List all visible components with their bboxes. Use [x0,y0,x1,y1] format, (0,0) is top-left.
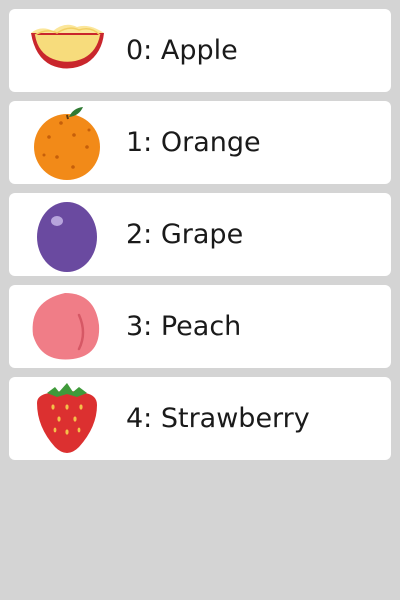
list-item-label: 0: Apple [126,35,238,66]
list-item-grape[interactable]: 2: Grape [9,193,391,276]
peach-icon [29,289,105,365]
list-item-peach[interactable]: 3: Peach [9,285,391,368]
grape-icon [29,197,105,273]
fruit-list: 0: Apple 1: Orange 2: Grape 3: Peach 4: … [9,9,391,469]
list-item-label: 1: Orange [126,127,261,158]
list-item-strawberry[interactable]: 4: Strawberry [9,377,391,460]
list-item-apple[interactable]: 0: Apple [9,9,391,92]
strawberry-icon [29,381,105,457]
apple-slice-icon [29,13,105,89]
list-item-orange[interactable]: 1: Orange [9,101,391,184]
list-item-label: 2: Grape [126,219,244,250]
list-item-label: 4: Strawberry [126,403,310,434]
list-item-label: 3: Peach [126,311,242,342]
orange-icon [29,105,105,181]
